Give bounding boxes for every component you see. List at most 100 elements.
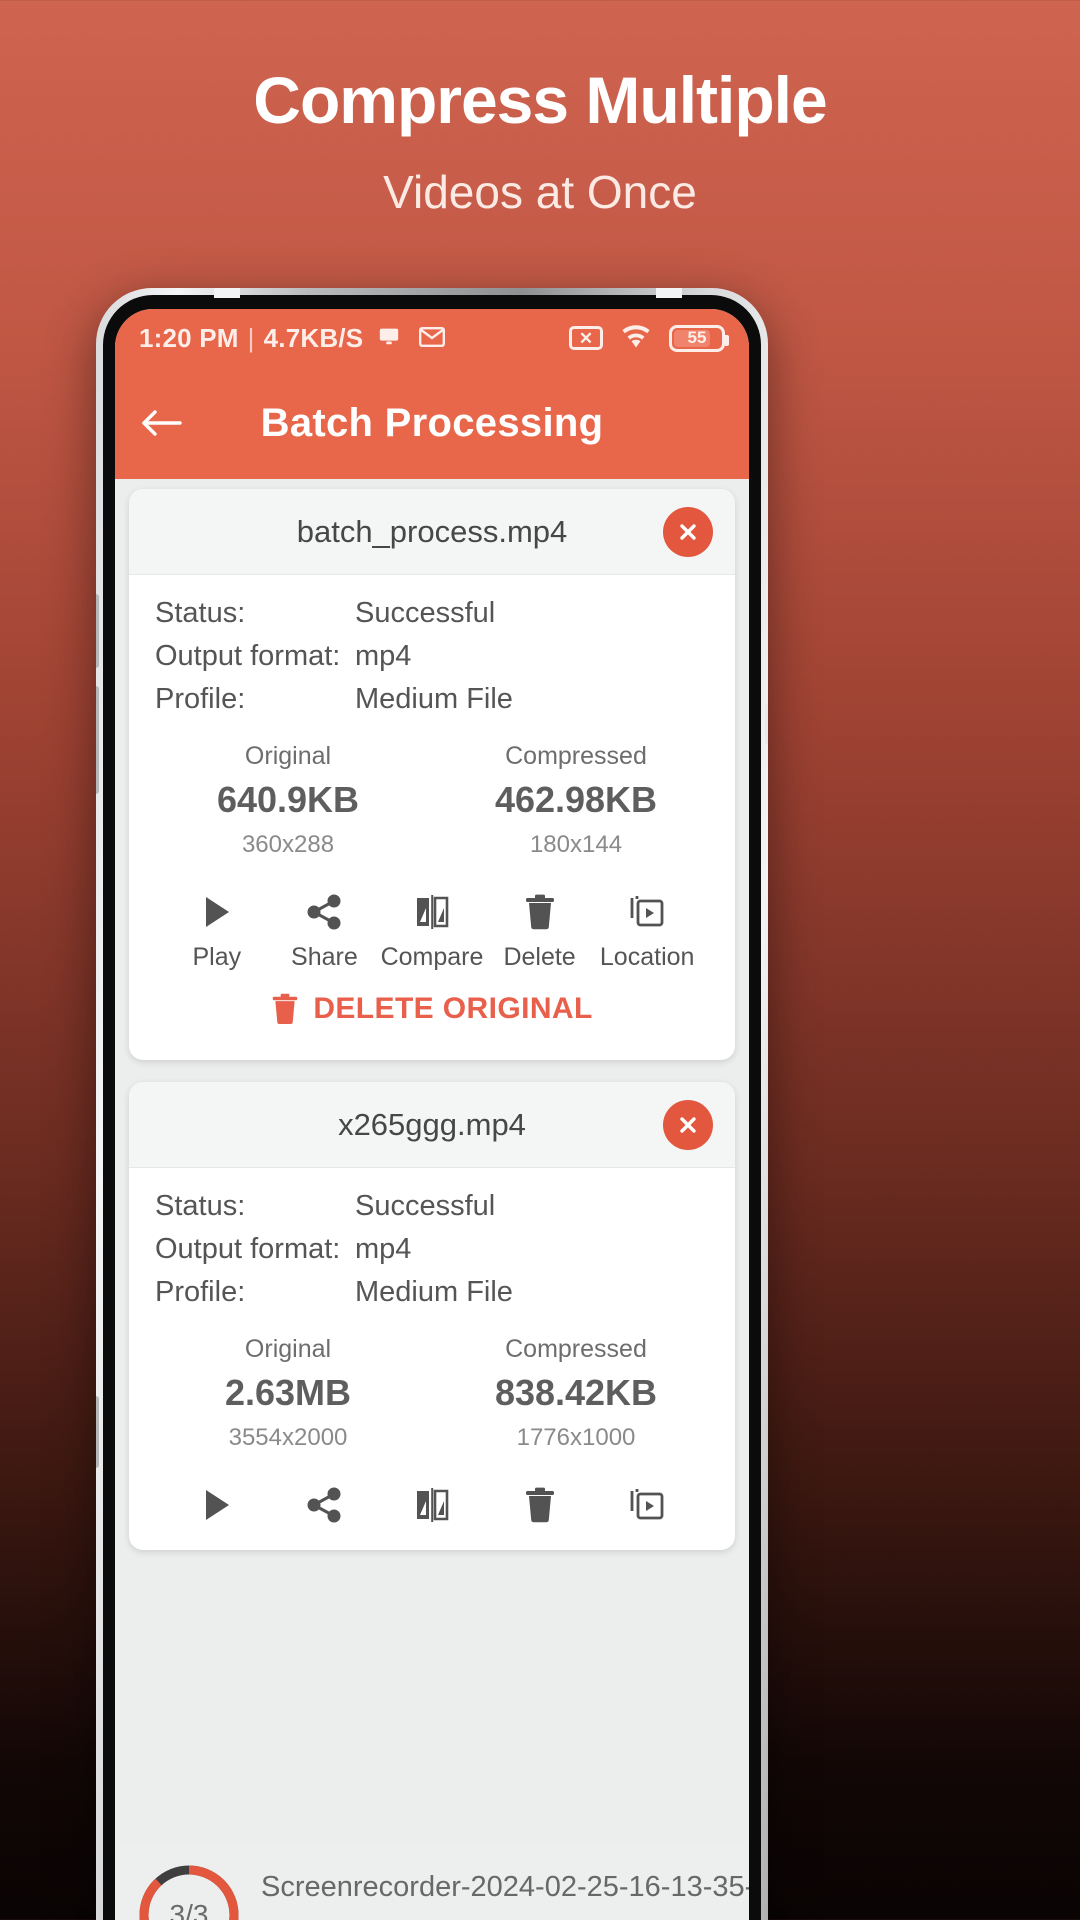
status-bar-right: ✕ 55	[569, 323, 729, 354]
trash-icon	[486, 1478, 594, 1532]
action-row: Play Share Compare Delete Location	[155, 859, 709, 976]
progress-info: Screenrecorder-2024-02-25-16-13-35-954 C…	[261, 1871, 749, 1920]
output-format-label: Output format:	[155, 1233, 341, 1265]
batch-progress-bar: 3/3 Screenrecorder-2024-02-25-16-13-35-9…	[115, 1842, 749, 1920]
profile-row: Profile: Medium File	[155, 683, 709, 716]
status-network-speed: 4.7KB/S	[263, 322, 364, 353]
share-action[interactable]	[271, 1478, 379, 1532]
antenna-nick-left	[214, 288, 240, 298]
share-label: Share	[291, 943, 358, 971]
delete-action[interactable]	[486, 1478, 594, 1532]
back-button[interactable]	[115, 406, 207, 440]
page-title: Batch Processing	[260, 400, 604, 445]
trash-icon	[486, 885, 594, 939]
output-format-row: Output format: mp4	[155, 640, 709, 673]
output-format-value: mp4	[355, 1233, 412, 1265]
status-separator: |	[247, 322, 255, 353]
card-header: batch_process.mp4	[129, 489, 735, 575]
compressed-column: Compressed 838.42KB 1776x1000	[451, 1335, 701, 1452]
share-icon	[271, 1478, 379, 1532]
play-icon	[163, 1478, 271, 1532]
progress-ring: 3/3	[135, 1861, 243, 1920]
location-action[interactable]	[593, 1478, 701, 1532]
original-resolution: 3554x2000	[228, 1424, 348, 1451]
video-location-icon	[593, 1478, 701, 1532]
delete-original-label: DELETE ORIGINAL	[313, 992, 593, 1025]
compressed-size: 462.98KB	[494, 779, 658, 820]
status-time: 1:20 PM	[139, 322, 239, 353]
original-column: Original 2.63MB 3554x2000	[163, 1335, 413, 1452]
phone-bezel: 1:20 PM | 4.7KB/S ✕ 55 Batch Processing …	[103, 295, 761, 1920]
original-size: 2.63MB	[224, 1372, 352, 1413]
batch-item-card: batch_process.mp4 Status: Successful Out…	[129, 489, 735, 1060]
play-icon	[163, 885, 271, 939]
card-filename: batch_process.mp4	[296, 513, 568, 549]
compare-icon	[378, 1478, 486, 1532]
card-body: Status: Successful Output format: mp4 Pr…	[129, 1168, 735, 1550]
progress-count: 3/3	[169, 1899, 209, 1920]
status-row: Status: Successful	[155, 597, 709, 630]
original-resolution: 360x288	[241, 831, 335, 858]
delete-original-button[interactable]: DELETE ORIGINAL	[155, 976, 709, 1046]
status-value: Successful	[355, 1190, 496, 1222]
no-sim-icon: ✕	[569, 326, 603, 350]
phone-mockup: 1:20 PM | 4.7KB/S ✕ 55 Batch Processing …	[96, 288, 768, 1920]
compressed-caption: Compressed	[505, 1335, 647, 1363]
video-location-icon	[593, 885, 701, 939]
wifi-icon	[619, 323, 653, 354]
current-file-name: Screenrecorder-2024-02-25-16-13-35-954	[261, 1871, 749, 1903]
action-row	[155, 1452, 709, 1536]
promo-title: Compress Multiple	[253, 63, 827, 137]
profile-label: Profile:	[155, 683, 246, 715]
compressed-size: 838.42KB	[494, 1372, 658, 1413]
profile-value: Medium File	[355, 1276, 513, 1308]
output-format-label: Output format:	[155, 640, 341, 672]
share-icon	[271, 885, 379, 939]
status-bar: 1:20 PM | 4.7KB/S ✕ 55	[115, 309, 749, 367]
status-label: Status:	[155, 1190, 246, 1222]
output-format-row: Output format: mp4	[155, 1233, 709, 1266]
antenna-nick-right	[656, 288, 682, 298]
compare-action[interactable]: Compare	[378, 885, 486, 972]
compare-icon	[378, 885, 486, 939]
cast-icon	[378, 323, 400, 354]
delete-label: Delete	[503, 943, 576, 971]
profile-label: Profile:	[155, 1276, 246, 1308]
close-icon[interactable]	[663, 506, 713, 557]
compressed-column: Compressed 462.98KB 180x144	[451, 742, 701, 859]
output-format-value: mp4	[355, 640, 412, 672]
location-action[interactable]: Location	[593, 885, 701, 972]
share-action[interactable]: Share	[271, 885, 379, 972]
card-body: Status: Successful Output format: mp4 Pr…	[129, 575, 735, 1060]
play-action[interactable]: Play	[163, 885, 271, 972]
status-bar-left: 1:20 PM | 4.7KB/S	[139, 322, 446, 354]
original-column: Original 640.9KB 360x288	[163, 742, 413, 859]
card-filename: x265ggg.mp4	[338, 1106, 526, 1142]
original-caption: Original	[244, 1335, 332, 1363]
original-size: 640.9KB	[216, 779, 360, 820]
size-comparison: Original 640.9KB 360x288 Compressed 462.…	[155, 742, 709, 859]
play-action[interactable]	[163, 1478, 271, 1532]
card-header: x265ggg.mp4	[129, 1082, 735, 1168]
compare-action[interactable]	[378, 1478, 486, 1532]
profile-value: Medium File	[355, 683, 513, 715]
batch-list[interactable]: batch_process.mp4 Status: Successful Out…	[115, 479, 749, 1920]
battery-level: 55	[687, 328, 707, 347]
app-bar: Batch Processing	[115, 367, 749, 479]
close-icon[interactable]	[663, 1099, 713, 1150]
compressed-caption: Compressed	[505, 742, 647, 770]
original-caption: Original	[244, 742, 332, 770]
status-value: Successful	[355, 597, 496, 629]
phone-side-button-lower	[96, 1396, 99, 1468]
status-label: Status:	[155, 597, 246, 629]
trash-icon	[273, 993, 298, 1025]
delete-action[interactable]: Delete	[486, 885, 594, 972]
gmail-icon	[419, 323, 446, 354]
play-label: Play	[192, 943, 242, 971]
phone-screen: 1:20 PM | 4.7KB/S ✕ 55 Batch Processing …	[115, 309, 749, 1920]
profile-row: Profile: Medium File	[155, 1276, 709, 1309]
size-comparison: Original 2.63MB 3554x2000 Compressed 838…	[155, 1335, 709, 1452]
compressed-resolution: 1776x1000	[516, 1424, 636, 1451]
status-row: Status: Successful	[155, 1190, 709, 1223]
phone-side-button	[96, 594, 99, 668]
